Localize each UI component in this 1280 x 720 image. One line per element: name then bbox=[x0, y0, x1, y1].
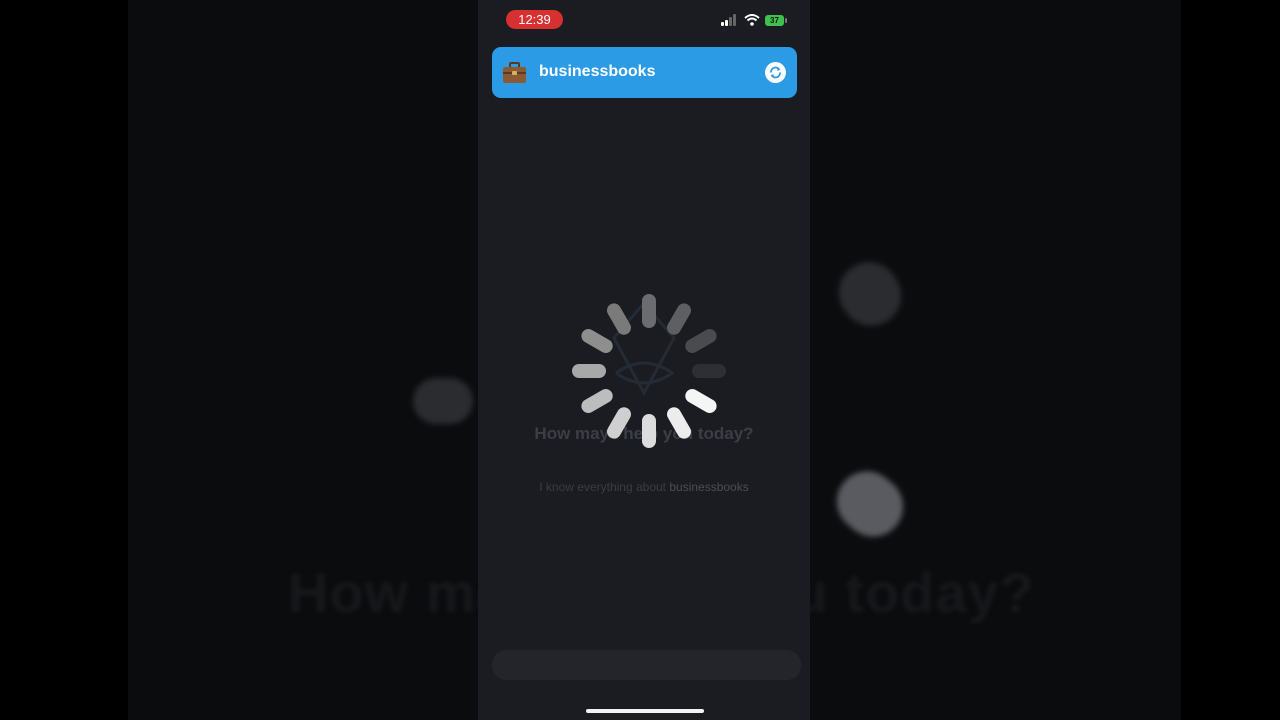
subtitle-brand: businessbooks bbox=[669, 480, 749, 494]
backdrop-blob bbox=[824, 459, 916, 549]
header-bar: businessbooks bbox=[492, 47, 797, 98]
backdrop-blob bbox=[413, 378, 473, 424]
briefcase-icon bbox=[503, 62, 526, 83]
header-title: businessbooks bbox=[539, 63, 656, 80]
home-indicator[interactable] bbox=[586, 709, 704, 713]
cellular-signal-icon bbox=[721, 14, 736, 26]
battery-icon: 37 bbox=[765, 15, 784, 26]
phone-screen: 12:39 37 businessbooks How may help toda… bbox=[478, 0, 810, 720]
subtitle-prefix: I know everything about bbox=[539, 480, 670, 494]
battery-nub bbox=[785, 18, 787, 23]
status-bar: 12:39 37 bbox=[478, 0, 810, 40]
wifi-icon bbox=[744, 14, 760, 26]
spinner-icon bbox=[572, 294, 726, 448]
refresh-button[interactable] bbox=[765, 62, 786, 83]
status-time: 12:39 bbox=[506, 10, 563, 29]
refresh-icon bbox=[770, 66, 781, 79]
subtitle-text: I know everything about businessbooks bbox=[478, 480, 810, 494]
message-input[interactable] bbox=[492, 650, 801, 680]
backdrop-blob bbox=[827, 250, 913, 338]
